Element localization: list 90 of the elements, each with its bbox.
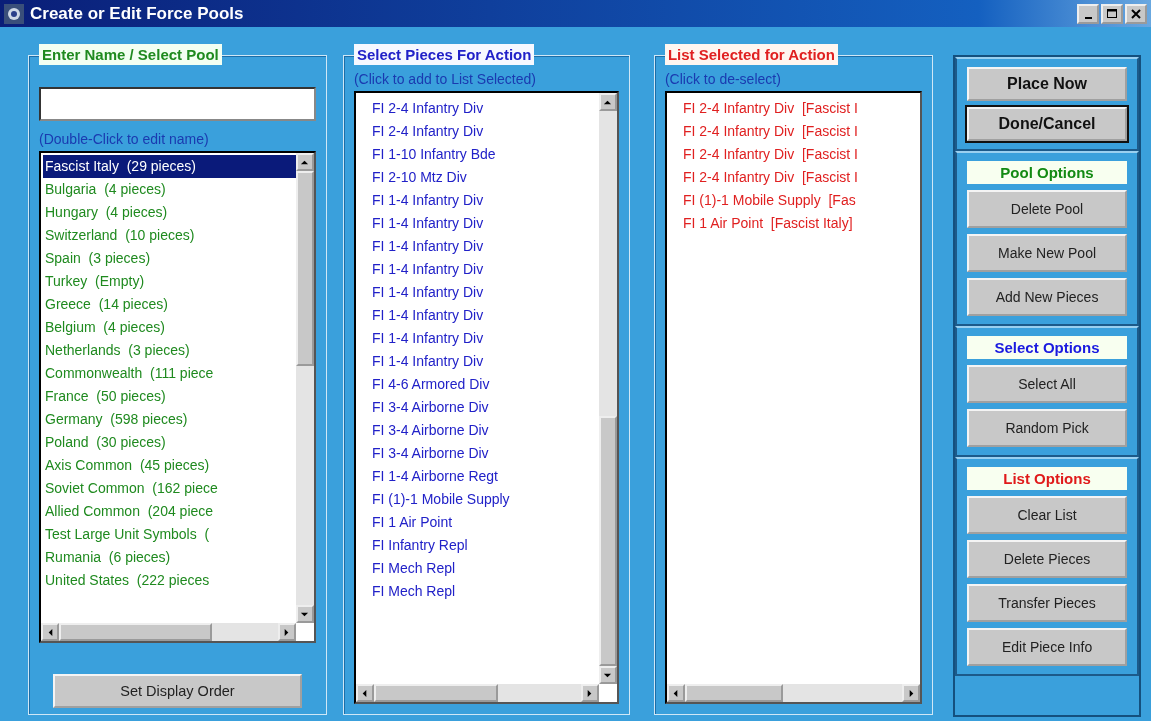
- pool-list-item[interactable]: Belgium (4 pieces): [43, 316, 296, 339]
- action-button[interactable]: Done/Cancel: [967, 107, 1127, 141]
- pool-list-item[interactable]: Rumania (6 pieces): [43, 546, 296, 569]
- selected-list-item[interactable]: FI (1)-1 Mobile Supply [Fas: [680, 189, 921, 212]
- pool-list-item[interactable]: France (50 pieces): [43, 385, 296, 408]
- option-button[interactable]: Delete Pieces: [967, 540, 1127, 578]
- pool-list-item[interactable]: Soviet Common (162 piece: [43, 477, 296, 500]
- hint-text: (Click to de-select): [664, 71, 782, 87]
- option-button[interactable]: Select All: [967, 365, 1127, 403]
- pool-list-item[interactable]: Bulgaria (4 pieces): [43, 178, 296, 201]
- scroll-thumb[interactable]: [373, 684, 499, 702]
- piece-list-item[interactable]: FI 1-4 Infantry Div: [369, 189, 599, 212]
- piece-list-item[interactable]: FI 1-4 Infantry Div: [369, 235, 599, 258]
- scroll-up-button[interactable]: [295, 153, 314, 171]
- option-button[interactable]: Clear List: [967, 496, 1127, 534]
- set-display-order-button[interactable]: Set Display Order: [53, 674, 302, 708]
- piece-list-item[interactable]: FI 1-4 Infantry Div: [369, 258, 599, 281]
- option-button[interactable]: Add New Pieces: [967, 278, 1127, 316]
- name-input-field[interactable]: [39, 87, 316, 121]
- piece-list-item[interactable]: FI Mech Repl: [369, 557, 599, 580]
- pool-list-item[interactable]: Poland (30 pieces): [43, 431, 296, 454]
- piece-list-item[interactable]: FI 3-4 Airborne Div: [369, 442, 599, 465]
- piece-list-item[interactable]: FI 1-4 Infantry Div: [369, 350, 599, 373]
- piece-list-item[interactable]: FI 1-4 Infantry Div: [369, 281, 599, 304]
- hint-text: (Click to add to List Selected): [353, 71, 537, 87]
- app-icon: [4, 3, 24, 24]
- section-title: Pool Options: [967, 161, 1127, 184]
- pool-list-item[interactable]: Turkey (Empty): [43, 270, 296, 293]
- piece-list-item[interactable]: FI Infantry Repl: [369, 534, 599, 557]
- piece-list-item[interactable]: FI 1-10 Infantry Bde: [369, 143, 599, 166]
- piece-list-item[interactable]: FI 1-4 Infantry Div: [369, 212, 599, 235]
- piece-list-item[interactable]: FI 2-4 Infantry Div: [369, 120, 599, 143]
- close-button[interactable]: [1125, 3, 1147, 24]
- pool-list-item[interactable]: Fascist Italy (29 pieces): [43, 155, 296, 178]
- action-button[interactable]: Place Now: [967, 67, 1127, 101]
- piece-list-item[interactable]: FI (1)-1 Mobile Supply: [369, 488, 599, 511]
- selected-list-item[interactable]: FI 1 Air Point [Fascist Italy]: [680, 212, 921, 235]
- pool-list-item[interactable]: Greece (14 pieces): [43, 293, 296, 316]
- selected-list-item[interactable]: FI 2-4 Infantry Div [Fascist I: [680, 97, 921, 120]
- section-title: List Options: [967, 467, 1127, 490]
- piece-list-item[interactable]: FI 1-4 Airborne Regt: [369, 465, 599, 488]
- scroll-up-button[interactable]: [598, 93, 617, 111]
- selected-list-item[interactable]: FI 2-4 Infantry Div [Fascist I: [680, 166, 921, 189]
- scroll-thumb[interactable]: [684, 684, 783, 702]
- pool-list-item[interactable]: Spain (3 pieces): [43, 247, 296, 270]
- pool-list-item[interactable]: Netherlands (3 pieces): [43, 339, 296, 362]
- option-button[interactable]: Random Pick: [967, 409, 1127, 447]
- pool-list-item[interactable]: Allied Common (204 piece: [43, 500, 296, 523]
- piece-list-item[interactable]: FI 3-4 Airborne Div: [369, 419, 599, 442]
- minimize-icon: [1084, 16, 1092, 19]
- pool-list-item[interactable]: Test Large Unit Symbols (: [43, 523, 296, 546]
- minimize-button[interactable]: [1077, 3, 1099, 24]
- piece-list-item[interactable]: FI 4-6 Armored Div: [369, 373, 599, 396]
- selected-list-item[interactable]: FI 2-4 Infantry Div [Fascist I: [680, 143, 921, 166]
- scroll-down-button[interactable]: [295, 605, 314, 623]
- piece-list-item[interactable]: FI 1-4 Infantry Div: [369, 327, 599, 350]
- piece-list-item[interactable]: FI 1-4 Infantry Div: [369, 304, 599, 327]
- scroll-thumb[interactable]: [59, 623, 213, 641]
- section-title: Select Options: [967, 336, 1127, 359]
- scroll-down-button[interactable]: [598, 666, 617, 684]
- scroll-left-button[interactable]: [41, 623, 59, 641]
- window-title: Create or Edit Force Pools: [30, 3, 245, 24]
- pool-list-item[interactable]: Switzerland (10 pieces): [43, 224, 296, 247]
- pool-list-item[interactable]: United States (222 pieces: [43, 569, 296, 592]
- maximize-icon: [1106, 7, 1118, 20]
- scroll-left-button[interactable]: [666, 684, 685, 702]
- group-title: List Selected for Action: [664, 44, 838, 65]
- pool-list-item[interactable]: Axis Common (45 pieces): [43, 454, 296, 477]
- option-button[interactable]: Delete Pool: [967, 190, 1127, 228]
- maximize-button[interactable]: [1101, 3, 1123, 24]
- scroll-right-button[interactable]: [902, 684, 921, 702]
- selected-list-item[interactable]: FI 2-4 Infantry Div [Fascist I: [680, 120, 921, 143]
- piece-list-item[interactable]: FI 2-10 Mtz Div: [369, 166, 599, 189]
- group-title: Enter Name / Select Pool: [39, 44, 222, 65]
- hint-text: (Double-Click to edit name): [39, 131, 210, 147]
- piece-list-item[interactable]: FI 2-4 Infantry Div: [369, 97, 599, 120]
- pool-list-item[interactable]: Commonwealth (111 piece: [43, 362, 296, 385]
- group-title: Select Pieces For Action: [353, 44, 535, 65]
- pool-list-item[interactable]: Germany (598 pieces): [43, 408, 296, 431]
- scroll-thumb[interactable]: [295, 171, 314, 367]
- scroll-left-button[interactable]: [355, 684, 374, 702]
- pool-list-item[interactable]: Hungary (4 pieces): [43, 201, 296, 224]
- scroll-thumb[interactable]: [598, 416, 617, 666]
- option-button[interactable]: Edit Piece Info: [967, 628, 1127, 666]
- piece-list-item[interactable]: FI 3-4 Airborne Div: [369, 396, 599, 419]
- option-button[interactable]: Transfer Pieces: [967, 584, 1127, 622]
- piece-list-item[interactable]: FI Mech Repl: [369, 580, 599, 603]
- piece-list-item[interactable]: FI 1 Air Point: [369, 511, 599, 534]
- close-icon: [1130, 7, 1142, 20]
- option-button[interactable]: Make New Pool: [967, 234, 1127, 272]
